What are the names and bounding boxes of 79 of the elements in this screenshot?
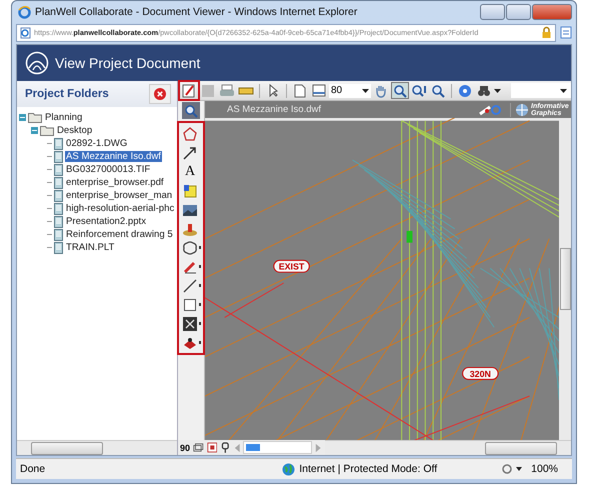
- stop-icon[interactable]: [206, 441, 218, 454]
- tree-item[interactable]: Presentation2.pptx: [65, 216, 148, 227]
- security-zone: Internet | Protected Mode: Off: [299, 463, 438, 475]
- padlock-icon: [541, 26, 552, 39]
- document-icon: [54, 190, 63, 202]
- document-icon: [54, 164, 63, 176]
- scrollbar-thumb[interactable]: [485, 442, 557, 454]
- arrow-icon: [182, 144, 198, 160]
- scrollbar-thumb[interactable]: [560, 248, 570, 310]
- folder-icon: [40, 125, 54, 136]
- print-icon: [219, 82, 235, 98]
- pin-icon[interactable]: [220, 441, 231, 454]
- tree-item[interactable]: Planning: [44, 112, 84, 123]
- note-icon: [182, 182, 198, 198]
- tree-item[interactable]: AS Mezzanine Iso.dwf: [65, 151, 162, 162]
- dropdown-arrow-icon: [362, 88, 369, 92]
- zoom-icon: [392, 82, 408, 98]
- page-layout-icon: [311, 82, 327, 98]
- drawing-callout: 320N: [462, 367, 499, 380]
- tree-item[interactable]: high-resolution-aerial-phc: [65, 203, 176, 214]
- zoom-dropdown[interactable]: 80: [329, 84, 371, 98]
- page-title: View Project Document: [55, 55, 200, 71]
- document-icon: [54, 176, 63, 188]
- horizontal-scrollbar[interactable]: [17, 440, 177, 455]
- line-icon: [182, 278, 198, 294]
- polygon-icon: [182, 126, 198, 142]
- page-icon: [20, 26, 31, 38]
- tree-item[interactable]: Reinforcement drawing 5: [65, 229, 174, 240]
- browser-logo-icon: [18, 6, 31, 18]
- collapse-icon[interactable]: [31, 127, 38, 134]
- dropdown-arrow-icon: [494, 88, 501, 92]
- close-panel-button[interactable]: [149, 84, 171, 104]
- panel-title: Project Folders: [25, 88, 109, 100]
- tree-item[interactable]: BG0327000013.TIF: [65, 164, 152, 175]
- crossed-box-icon: [182, 316, 198, 332]
- tree-item[interactable]: Desktop: [56, 125, 94, 136]
- document-icon: [54, 228, 63, 240]
- zoom-icon: [411, 82, 427, 98]
- drawing-callout: EXIST: [273, 260, 310, 273]
- tree-item[interactable]: TRAIN.PLT: [65, 242, 116, 253]
- tree-item[interactable]: enterprise_browser.pdf: [65, 177, 165, 188]
- markup-tool-button[interactable]: A: [180, 163, 202, 180]
- rotate-button[interactable]: 90: [180, 442, 190, 452]
- horizontal-scrollbar[interactable]: [325, 440, 571, 455]
- markup-icon: [181, 82, 197, 98]
- selected-page-marker: [246, 444, 260, 451]
- markup-layers-icon[interactable]: [478, 102, 502, 116]
- document-icon: [54, 150, 63, 162]
- help-icon: [457, 82, 473, 98]
- status-text: Done: [20, 463, 46, 475]
- document-icon: [54, 216, 63, 228]
- zoom-tool-button[interactable]: [182, 102, 200, 119]
- tree-item[interactable]: 02892-1.DWG: [65, 138, 128, 149]
- tree-item[interactable]: enterprise_browser_man: [65, 190, 174, 201]
- document-title: AS Mezzanine Iso.dwf: [227, 104, 322, 115]
- zoom-icon: [430, 82, 446, 98]
- page-selector[interactable]: [243, 441, 312, 454]
- compatibility-view-icon[interactable]: [560, 26, 572, 39]
- globe-icon: [282, 462, 296, 476]
- cloud-icon: [182, 240, 198, 256]
- minimize-button[interactable]: [480, 4, 505, 20]
- document-icon: [54, 202, 63, 214]
- rectangle-icon: [182, 296, 198, 312]
- folder-icon: [28, 112, 42, 123]
- markup-tool-button[interactable]: [180, 315, 202, 332]
- layers-icon[interactable]: [193, 441, 204, 454]
- logo-icon: [25, 51, 49, 75]
- window-title: PlanWell Collaborate - Document Viewer - Windows Internet Explorer: [35, 6, 358, 18]
- close-icon: [154, 88, 166, 100]
- markup-tool-button[interactable]: [180, 239, 202, 256]
- document-icon: [54, 138, 63, 150]
- maximize-button[interactable]: [506, 4, 531, 20]
- zoom-level-button[interactable]: 100%: [527, 463, 568, 475]
- zoom-icon: [183, 102, 199, 118]
- document-icon: [54, 242, 63, 254]
- collapse-icon[interactable]: [19, 114, 26, 121]
- scrollbar-thumb[interactable]: [31, 442, 103, 454]
- globe-icon: [515, 102, 529, 116]
- dropdown-arrow-icon: [560, 88, 567, 92]
